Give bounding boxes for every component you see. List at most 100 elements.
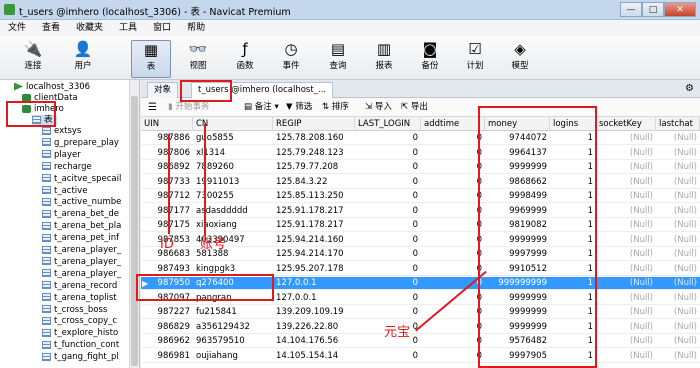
column-header-lastchat[interactable]: lastchat xyxy=(656,117,700,131)
table-row[interactable]: 987886 guo5855 125.78.208.160 0 0 9744072 1 (Nu… xyxy=(141,132,700,145)
cell-socketkey[interactable]: (Null) xyxy=(596,306,656,319)
cell-addtime[interactable]: 0 xyxy=(421,132,485,145)
tree-table-item[interactable]: t_explore_histo xyxy=(42,328,118,339)
cell-last-login[interactable]: 0 xyxy=(355,277,421,290)
cell-lastchat[interactable]: (Null) xyxy=(656,321,700,334)
cell-regip[interactable]: 125.79.248.123 xyxy=(273,147,355,160)
toolbar-event-button[interactable]: ◷ 事件 xyxy=(271,40,311,78)
table-row[interactable]: 986962 963579510 14.104.176.56 0 0 9576482 1 (N… xyxy=(141,335,700,348)
cell-addtime[interactable]: 0 xyxy=(421,219,485,232)
tree-table-item[interactable]: extsys xyxy=(42,126,81,137)
cell-addtime[interactable]: 0 xyxy=(421,147,485,160)
toolbar-query-button[interactable]: ▤ 查询 xyxy=(318,40,358,78)
cell-regip[interactable]: 139.226.22.80 xyxy=(273,321,355,334)
cell-socketkey[interactable]: (Null) xyxy=(596,292,656,305)
tree-table-item[interactable]: t_arena_record xyxy=(42,281,117,292)
cell-socketkey[interactable]: (Null) xyxy=(596,161,656,174)
cell-regip[interactable]: 125.91.178.217 xyxy=(273,219,355,232)
table-row[interactable]: 987175 xiaoxiang 125.91.178.217 0 0 9819082 1(… xyxy=(141,219,700,232)
cell-cn[interactable]: oujiahang xyxy=(193,350,273,363)
cell-addtime[interactable]: 0 xyxy=(421,263,485,276)
toolbar-report-button[interactable]: ▥ 报表 xyxy=(364,40,404,78)
cell-last-login[interactable]: 0 xyxy=(355,263,421,276)
cell-lastchat[interactable]: (Null) xyxy=(656,292,700,305)
cell-socketkey[interactable]: (Null) xyxy=(596,132,656,145)
tree-table-item[interactable]: t_arena_player_ xyxy=(42,245,121,256)
cell-uin[interactable]: 986892 xyxy=(141,161,193,174)
tree-table-item[interactable]: t_arena_bet_pla xyxy=(42,221,121,232)
table-row[interactable]: 986981 oujiahang 14.105.154.14 0 0 9997905 1 (N… xyxy=(141,350,700,363)
cell-socketkey[interactable]: (Null) xyxy=(596,176,656,189)
tab-objects[interactable]: 对象 xyxy=(147,82,179,98)
cell-socketkey[interactable]: (Null) xyxy=(596,219,656,232)
toolbar-schedule-button[interactable]: ☑ 计划 xyxy=(455,40,495,78)
column-header-socketkey[interactable]: socketKey xyxy=(596,117,656,131)
cell-last-login[interactable]: 0 xyxy=(355,205,421,218)
tree-table-item[interactable]: t_active xyxy=(42,186,87,197)
cell-addtime[interactable]: 0 xyxy=(421,190,485,203)
minimize-button[interactable]: — xyxy=(620,2,642,17)
cell-regip[interactable]: 14.104.176.56 xyxy=(273,335,355,348)
cell-socketkey[interactable]: (Null) xyxy=(596,350,656,363)
cell-lastchat[interactable]: (Null) xyxy=(656,234,700,247)
tree-table-item[interactable]: t_arena_toplist xyxy=(42,293,117,304)
cell-lastchat[interactable]: (Null) xyxy=(656,147,700,160)
cell-uin[interactable]: 987712 xyxy=(141,190,193,203)
cell-regip[interactable]: 125.84.3.22 xyxy=(273,176,355,189)
column-header-uin[interactable]: UIN xyxy=(141,117,193,131)
cell-last-login[interactable]: 0 xyxy=(355,306,421,319)
menu-tools[interactable]: 工具 xyxy=(119,20,137,37)
cell-uin[interactable]: 986981 xyxy=(141,350,193,363)
cell-addtime[interactable]: 0 xyxy=(421,234,485,247)
cell-uin[interactable]: 987177 xyxy=(141,205,193,218)
tree-table-item[interactable]: t_arena_bet_de xyxy=(42,209,119,220)
toolbar-user-button[interactable]: 👤 用户 xyxy=(63,40,103,78)
cell-addtime[interactable]: 0 xyxy=(421,205,485,218)
cell-socketkey[interactable]: (Null) xyxy=(596,147,656,160)
cell-regip[interactable]: 125.95.207.178 xyxy=(273,263,355,276)
tree-table-item[interactable]: t_arena_player_ xyxy=(42,257,121,268)
toolbar-view-button[interactable]: 👓 视图 xyxy=(178,40,218,78)
close-button[interactable]: ✕ xyxy=(664,2,696,17)
cell-socketkey[interactable]: (Null) xyxy=(596,205,656,218)
cell-last-login[interactable]: 0 xyxy=(355,248,421,261)
cell-lastchat[interactable]: (Null) xyxy=(656,306,700,319)
toolbar-model-button[interactable]: ◈ 模型 xyxy=(500,40,540,78)
cell-regip[interactable]: 139.209.109.19 xyxy=(273,306,355,319)
toolbar-connect-button[interactable]: 🔌 连接 xyxy=(13,40,53,78)
cell-regip[interactable]: 125.85.113.250 xyxy=(273,190,355,203)
cell-addtime[interactable]: 0 xyxy=(421,321,485,334)
cell-lastchat[interactable]: (Null) xyxy=(656,350,700,363)
sort-button[interactable]: ⇅ 排序 xyxy=(322,101,349,114)
cell-last-login[interactable]: 0 xyxy=(355,219,421,232)
toolbar-function-button[interactable]: ƒ 函数 xyxy=(225,40,265,78)
cell-lastchat[interactable]: (Null) xyxy=(656,263,700,276)
column-header-addtime[interactable]: addtime xyxy=(421,117,485,131)
toolbar-backup-button[interactable]: ◙ 备份 xyxy=(410,40,450,78)
tree-table-item[interactable]: player xyxy=(42,150,81,161)
cell-uin[interactable]: 987175 xyxy=(141,219,193,232)
menu-file[interactable]: 文件 xyxy=(8,20,26,37)
cell-cn[interactable]: 963579510 xyxy=(193,335,273,348)
cell-socketkey[interactable]: (Null) xyxy=(596,234,656,247)
cell-addtime[interactable]: 0 xyxy=(421,248,485,261)
cell-socketkey[interactable]: (Null) xyxy=(596,190,656,203)
begin-transaction-button[interactable]: ▮ 开始事务 xyxy=(168,101,209,114)
cell-regip[interactable]: 127.0.0.1 xyxy=(273,292,355,305)
tree-table-item[interactable]: recharge xyxy=(42,162,92,173)
menu-window[interactable]: 窗口 xyxy=(153,20,171,37)
cell-last-login[interactable]: 0 xyxy=(355,147,421,160)
cell-socketkey[interactable]: (Null) xyxy=(596,335,656,348)
cell-last-login[interactable]: 0 xyxy=(355,350,421,363)
tree-table-item[interactable]: t_acitve_specail xyxy=(42,174,121,185)
cell-last-login[interactable]: 0 xyxy=(355,132,421,145)
cell-regip[interactable]: 125.78.208.160 xyxy=(273,132,355,145)
cell-addtime[interactable]: 0 xyxy=(421,161,485,174)
cell-regip[interactable]: 125.79.77.208 xyxy=(273,161,355,174)
column-header-regip[interactable]: REGIP xyxy=(273,117,355,131)
cell-last-login[interactable]: 0 xyxy=(355,161,421,174)
cell-uin[interactable]: 986962 xyxy=(141,335,193,348)
menu-view[interactable]: 查看 xyxy=(42,20,60,37)
cell-addtime[interactable]: 0 xyxy=(421,176,485,189)
cell-lastchat[interactable]: (Null) xyxy=(656,205,700,218)
